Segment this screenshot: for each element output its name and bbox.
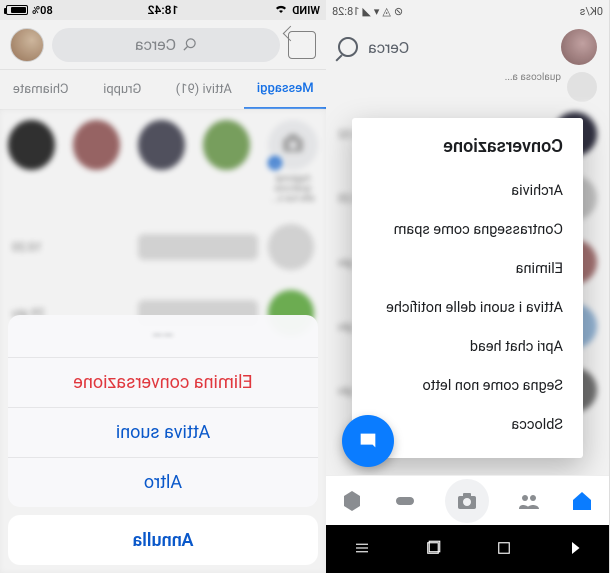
nav-home[interactable] bbox=[493, 539, 513, 559]
recents-icon bbox=[424, 539, 442, 557]
hexagon-icon bbox=[341, 489, 365, 513]
dialog-open-chat-head[interactable]: Apri chat head bbox=[372, 327, 563, 366]
android-conversation-dialog: Conversazione Archivia Contrassegna come… bbox=[352, 118, 583, 458]
tab-games[interactable] bbox=[393, 488, 419, 514]
gamepad-icon bbox=[394, 489, 418, 513]
sheet-cancel[interactable]: Annulla bbox=[8, 515, 318, 565]
dialog-mark-unread[interactable]: Segna come non letto bbox=[372, 366, 563, 405]
square-home-icon bbox=[495, 539, 513, 557]
dialog-delete[interactable]: Elimina bbox=[372, 249, 563, 288]
people-icon bbox=[518, 489, 542, 513]
android-bottom-tabs bbox=[326, 475, 609, 525]
tab-home[interactable] bbox=[570, 488, 596, 514]
sheet-header: —— bbox=[8, 315, 318, 357]
sheet-delete-conversation[interactable]: Elimina conversazione bbox=[8, 357, 318, 407]
dialog-unblock[interactable]: Sblocca bbox=[372, 405, 563, 444]
dialog-title: Conversazione bbox=[372, 136, 563, 157]
home-icon bbox=[571, 489, 595, 513]
tab-people[interactable] bbox=[517, 488, 543, 514]
sheet-enable-sounds[interactable]: Attiva suoni bbox=[8, 407, 318, 457]
chat-icon bbox=[357, 430, 379, 452]
tab-camera[interactable] bbox=[446, 479, 490, 523]
new-message-fab[interactable] bbox=[342, 415, 394, 467]
android-messenger-screen: 0K/s ⊘ ◬ ▾ ◢ 18:28 Cerca qualcosa a... 1… bbox=[326, 0, 610, 573]
nav-back[interactable] bbox=[564, 539, 584, 559]
dialog-archive[interactable]: Archivia bbox=[372, 171, 563, 210]
hamburger-icon bbox=[353, 539, 371, 557]
ios-action-sheet: —— Elimina conversazione Attiva suoni Al… bbox=[8, 315, 318, 565]
sheet-more[interactable]: Altro bbox=[8, 457, 318, 507]
android-nav-bar bbox=[326, 525, 609, 573]
nav-extra[interactable] bbox=[351, 539, 371, 559]
dialog-mark-spam[interactable]: Contrassegna come spam bbox=[372, 210, 563, 249]
nav-recent[interactable] bbox=[422, 539, 442, 559]
dialog-enable-notif-sounds[interactable]: Attiva i suoni delle notifiche bbox=[372, 288, 563, 327]
ios-messenger-screen: WIND 18:42 80% Cerca Messaggi Attivi (91… bbox=[0, 0, 326, 573]
triangle-back-icon bbox=[566, 539, 584, 557]
tab-discover[interactable] bbox=[340, 488, 366, 514]
action-sheet-group: —— Elimina conversazione Attiva suoni Al… bbox=[8, 315, 318, 507]
camera-icon bbox=[456, 489, 480, 513]
